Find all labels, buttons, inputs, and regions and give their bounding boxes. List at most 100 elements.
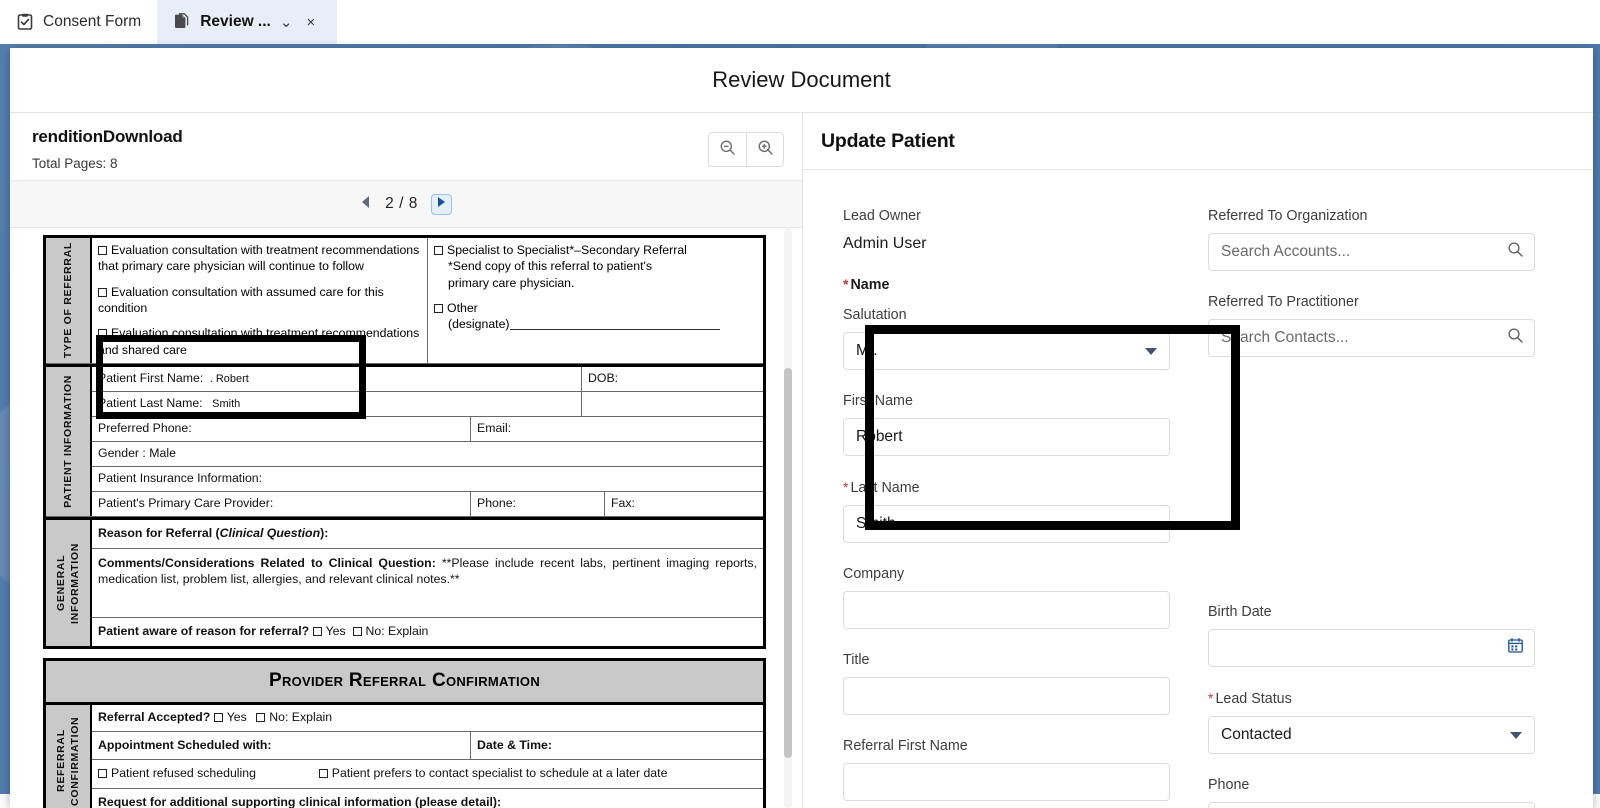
pcp-phone-cell: Phone: [470, 492, 604, 517]
referral-accepted-cell: Referral Accepted? Yes No: Explain [98, 710, 333, 724]
referral-confirmation-side-label: REFERRAL CONFIRMATION [46, 705, 92, 808]
date-time-cell: Date & Time: [470, 731, 763, 760]
appointment-scheduled-cell: Appointment Scheduled with: [98, 737, 272, 752]
right-column-spacer [1208, 380, 1535, 604]
preferred-phone-cell: Preferred Phone: [98, 421, 192, 436]
pdf-scrollbar-thumb[interactable] [784, 368, 792, 758]
field-salutation: Salutation Mr. [843, 307, 1170, 370]
pdf-total-pages: Total Pages: 8 [32, 156, 118, 171]
tab-consent-form[interactable]: Consent Form [0, 0, 157, 44]
field-phone: Phone [1208, 777, 1535, 808]
pdf-referral-table: TYPE OF REFERRAL Evaluation consultation… [43, 235, 766, 649]
insurance-cell: Patient Insurance Information: [98, 471, 263, 486]
tab-review-document[interactable]: Review ... ⌄ × [157, 0, 338, 44]
referral-first-name-label: Referral First Name [843, 738, 968, 754]
reason-for-referral-cell: Reason for Referral (Clinical Question): [98, 526, 329, 541]
field-birth-date: Birth Date [1208, 604, 1535, 667]
checkbox-icon[interactable] [352, 627, 362, 637]
pdf-provider-confirmation-table: Provider Referral Confirmation REFERRAL … [43, 658, 766, 808]
zoom-in-button[interactable] [746, 133, 783, 166]
last-name-label: * Last Name [843, 479, 920, 496]
scheduling-options-cell: Patient refused scheduling Patient prefe… [92, 760, 763, 788]
designate-blank [509, 329, 720, 331]
salutation-select[interactable]: Mr. [843, 332, 1170, 370]
next-page-button[interactable] [430, 193, 452, 215]
referred-to-organization-label: Referred To Organization [1208, 208, 1368, 224]
pdf-page-content: TYPE OF REFERRAL Evaluation consultation… [43, 235, 766, 808]
zoom-out-button[interactable] [709, 133, 746, 166]
type-of-referral-side-label: TYPE OF REFERRAL [46, 238, 92, 364]
first-name-input[interactable] [843, 418, 1170, 456]
pdf-scroll-area[interactable]: TYPE OF REFERRAL Evaluation consultation… [10, 228, 802, 808]
company-label: Company [843, 566, 905, 582]
field-last-name: * Last Name [843, 479, 1170, 543]
provider-referral-confirmation-title: Provider Referral Confirmation [46, 661, 763, 705]
page-title: Review Document [712, 67, 891, 92]
caret-down-icon [1510, 731, 1522, 739]
table-row: PATIENT INFORMATION Patient First Name: … [46, 364, 763, 518]
patient-first-name-cell: Patient First Name: . Robert [98, 371, 249, 386]
close-icon[interactable]: × [306, 15, 315, 30]
required-asterisk: * [1208, 690, 1214, 706]
checkbox-icon[interactable] [312, 627, 322, 637]
required-asterisk: * [843, 276, 849, 292]
lead-status-select[interactable]: Contacted [1208, 716, 1535, 754]
previous-page-button[interactable] [360, 195, 372, 214]
patient-aware-cell: Patient aware of reason for referral? Ye… [98, 624, 429, 639]
company-input[interactable] [843, 591, 1170, 629]
required-asterisk: * [843, 479, 849, 495]
birth-date-input[interactable] [1208, 629, 1535, 667]
pcp-cell: Patient's Primary Care Provider: [98, 496, 274, 511]
form-left-column: Lead Owner Admin User * Name Salutation M… [843, 208, 1240, 808]
pdf-filename: renditionDownload [32, 127, 183, 146]
table-row: REFERRAL CONFIRMATION Referral Accepted?… [46, 705, 763, 808]
checkbox-icon[interactable] [434, 304, 443, 314]
phone-input[interactable] [1208, 802, 1535, 808]
lead-owner-label: Lead Owner [843, 208, 921, 224]
referred-to-practitioner-label: Referred To Practitioner [1208, 294, 1359, 310]
title-input[interactable] [843, 677, 1170, 715]
dob-blank-cell [581, 392, 763, 417]
gender-cell: Gender : Male [98, 446, 176, 461]
first-name-label: First Name [843, 393, 913, 409]
referred-to-organization-input[interactable] [1208, 233, 1535, 271]
lead-status-label: * Lead Status [1208, 690, 1292, 707]
field-lead-owner: Lead Owner Admin User [843, 208, 1170, 253]
zoom-controls [708, 132, 784, 167]
form-right-column: Referred To Organization Search Accounts… [1208, 208, 1535, 808]
referred-to-practitioner-input[interactable] [1208, 319, 1535, 357]
checkbox-icon[interactable] [213, 713, 223, 722]
field-referred-to-organization: Referred To Organization [1208, 208, 1535, 271]
checkbox-icon[interactable] [434, 246, 443, 255]
title-label: Title [843, 652, 870, 668]
general-information-side-label: GENERAL INFORMATION [46, 520, 92, 646]
chevron-down-icon[interactable]: ⌄ [280, 15, 293, 30]
comments-cell: Comments/Considerations Related to Clini… [98, 555, 757, 586]
pdf-scrollbar-track[interactable] [784, 228, 792, 808]
checkbox-icon[interactable] [98, 769, 107, 779]
document-copy-icon [173, 13, 191, 31]
update-patient-pane: Update Patient Lead Owner Admin User * Na… [803, 113, 1593, 808]
salutation-label: Salutation [843, 307, 907, 323]
checkbox-icon[interactable] [98, 246, 107, 255]
name-section-label: * Name [843, 276, 890, 293]
referral-first-name-input[interactable] [843, 763, 1170, 801]
dob-cell: DOB: [581, 367, 763, 392]
email-cell: Email: [470, 417, 763, 442]
checkbox-icon[interactable] [256, 713, 266, 722]
field-lead-status: * Lead Status Contacted [1208, 690, 1535, 754]
table-row: TYPE OF REFERRAL Evaluation consultation… [46, 238, 763, 365]
last-name-input[interactable] [843, 505, 1170, 543]
checkbox-icon[interactable] [98, 287, 107, 297]
pdf-viewer-header: renditionDownload Total Pages: 8 [10, 113, 802, 181]
patient-last-name-cell: Patient Last Name: Smith [98, 396, 241, 411]
lead-owner-value: Admin User [843, 235, 927, 252]
checkbox-icon[interactable] [318, 769, 328, 779]
clipboard-check-icon [16, 13, 34, 31]
salutation-value: Mr. [856, 342, 878, 359]
form-header: Update Patient [803, 113, 1593, 170]
caret-down-icon [1145, 347, 1157, 355]
form-fields-grid: Lead Owner Admin User * Name Salutation M… [803, 170, 1593, 808]
modal-header: Review Document [10, 48, 1593, 113]
checkbox-icon[interactable] [98, 329, 107, 339]
